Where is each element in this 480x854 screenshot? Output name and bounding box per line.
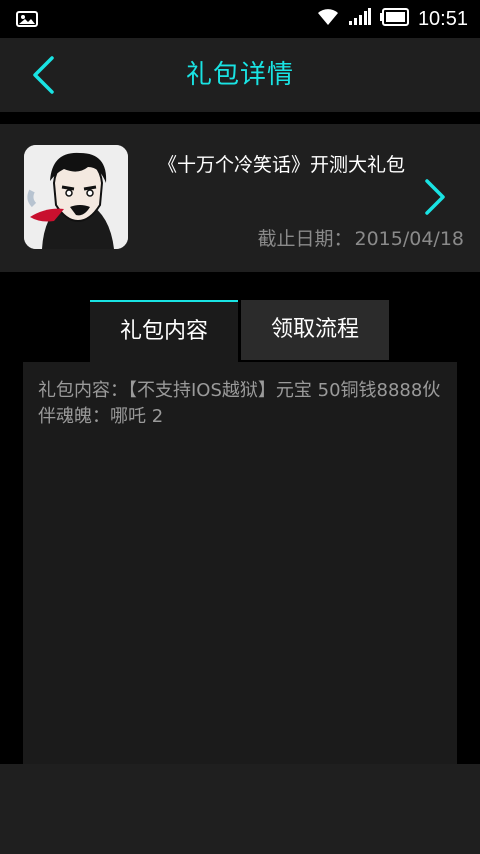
back-button[interactable] [18,52,68,98]
deadline-value: 2015/04/18 [354,228,464,250]
gift-icon [24,145,128,249]
gift-name: 《十万个冷笑话》开测大礼包 [158,154,406,176]
content-panel: 礼包内容：【不支持IOS越狱】元宝 50铜钱8888伙伴魂魄：哪吒 2 [23,362,457,764]
status-bar: 10:51 [0,0,480,38]
gift-deadline: 截止日期： 2015/04/18 [257,224,464,251]
app-header: 礼包详情 [0,38,480,112]
cell-signal-icon [348,7,372,31]
page-title: 礼包详情 [185,60,294,90]
tab-claim-process[interactable]: 领取流程 [241,300,389,360]
tab-gift-content[interactable]: 礼包内容 [90,300,238,362]
tab-bar: 礼包内容 领取流程 [90,300,389,362]
bottom-bar [0,764,480,854]
image-notification-icon [16,11,38,31]
gift-content-text: 礼包内容：【不支持IOS越狱】元宝 50铜钱8888伙伴魂魄：哪吒 2 [38,380,441,427]
wifi-icon [316,7,340,31]
status-time: 10:51 [417,7,468,30]
chevron-left-icon [33,56,54,94]
battery-icon [379,8,410,30]
chevron-right-icon [424,178,446,220]
deadline-label: 截止日期： [257,228,353,250]
gift-card[interactable]: 《十万个冷笑话》开测大礼包 截止日期： 2015/04/18 [0,124,480,272]
